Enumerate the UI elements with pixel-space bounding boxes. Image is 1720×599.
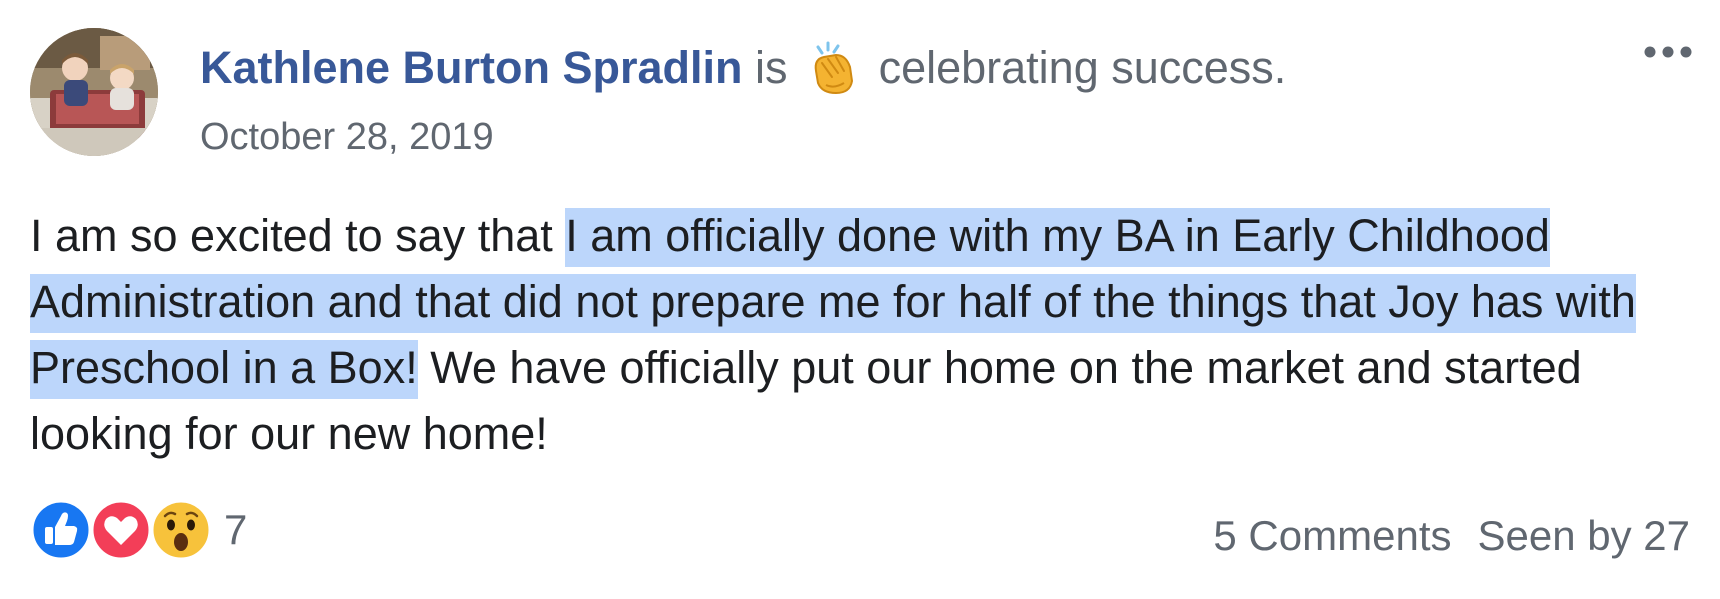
seen-by-count[interactable]: Seen by 27 <box>1477 512 1690 559</box>
body-text-part: I am so excited to say that <box>30 210 566 261</box>
love-icon <box>90 499 152 561</box>
reactions-summary[interactable]: 7 <box>30 498 247 562</box>
avatar-photo <box>30 28 158 156</box>
like-icon <box>30 499 92 561</box>
comments-count-link[interactable]: 5 Comments <box>1213 512 1451 559</box>
wow-icon <box>150 499 212 561</box>
post-stats: 5 Comments Seen by 27 <box>1213 508 1690 564</box>
author-name-link[interactable]: Kathlene Burton Spradlin <box>200 42 743 93</box>
post-timestamp-link[interactable]: October 28, 2019 <box>200 112 494 162</box>
post-header: Kathlene Burton Spradlin is celebrating … <box>200 38 1286 98</box>
clapping-hands-icon <box>814 41 854 95</box>
activity-verb: is <box>755 42 788 93</box>
author-avatar[interactable] <box>30 28 158 156</box>
reaction-count: 7 <box>224 506 248 553</box>
post-card: Kathlene Burton Spradlin is celebrating … <box>0 0 1720 599</box>
activity-text: celebrating success. <box>878 42 1287 93</box>
post-body-text: I am so excited to say that I am officia… <box>30 203 1690 467</box>
more-options-icon[interactable] <box>1640 40 1700 70</box>
